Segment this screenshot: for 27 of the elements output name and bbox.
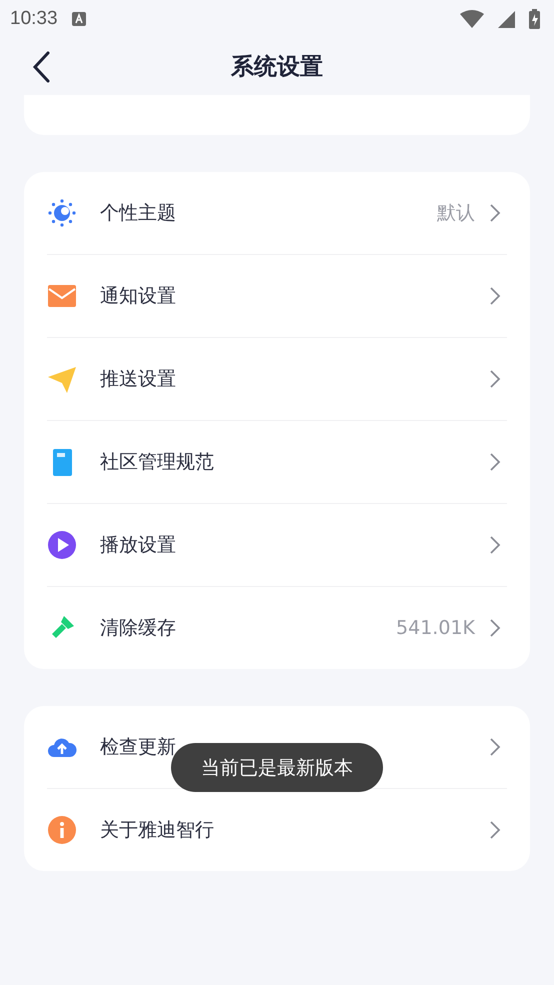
- page-title: 系统设置: [231, 53, 323, 82]
- wifi-icon: [460, 10, 484, 28]
- setting-value: 541.01K: [396, 617, 475, 639]
- play-icon: [47, 530, 77, 560]
- setting-label[interactable]: 个性主题: [100, 200, 176, 226]
- setting-label[interactable]: 清除缓存: [100, 615, 176, 641]
- paper-plane-icon: [47, 364, 77, 394]
- chevron-icon[interactable]: [489, 737, 501, 757]
- chevron-icon[interactable]: [489, 286, 501, 306]
- setting-value: 默认: [437, 201, 475, 226]
- chevron-icon[interactable]: [489, 369, 501, 389]
- keyboard-icon: [72, 12, 86, 26]
- chevron-icon[interactable]: [489, 535, 501, 555]
- chevron-icon[interactable]: [489, 820, 501, 840]
- chevron-icon[interactable]: [489, 203, 501, 223]
- setting-label[interactable]: 推送设置: [100, 366, 176, 392]
- setting-label[interactable]: 社区管理规范: [100, 449, 214, 475]
- chevron-icon[interactable]: [489, 618, 501, 638]
- battery-icon: [529, 9, 540, 29]
- info-icon: [47, 815, 77, 845]
- setting-label[interactable]: 关于雅迪智行: [100, 817, 214, 843]
- signal-icon: [498, 10, 515, 28]
- setting-label[interactable]: 播放设置: [100, 532, 176, 558]
- setting-label[interactable]: 通知设置: [100, 283, 176, 309]
- sun-icon: [47, 198, 77, 228]
- clock: 10:33: [10, 8, 58, 30]
- chevron-icon[interactable]: [489, 452, 501, 472]
